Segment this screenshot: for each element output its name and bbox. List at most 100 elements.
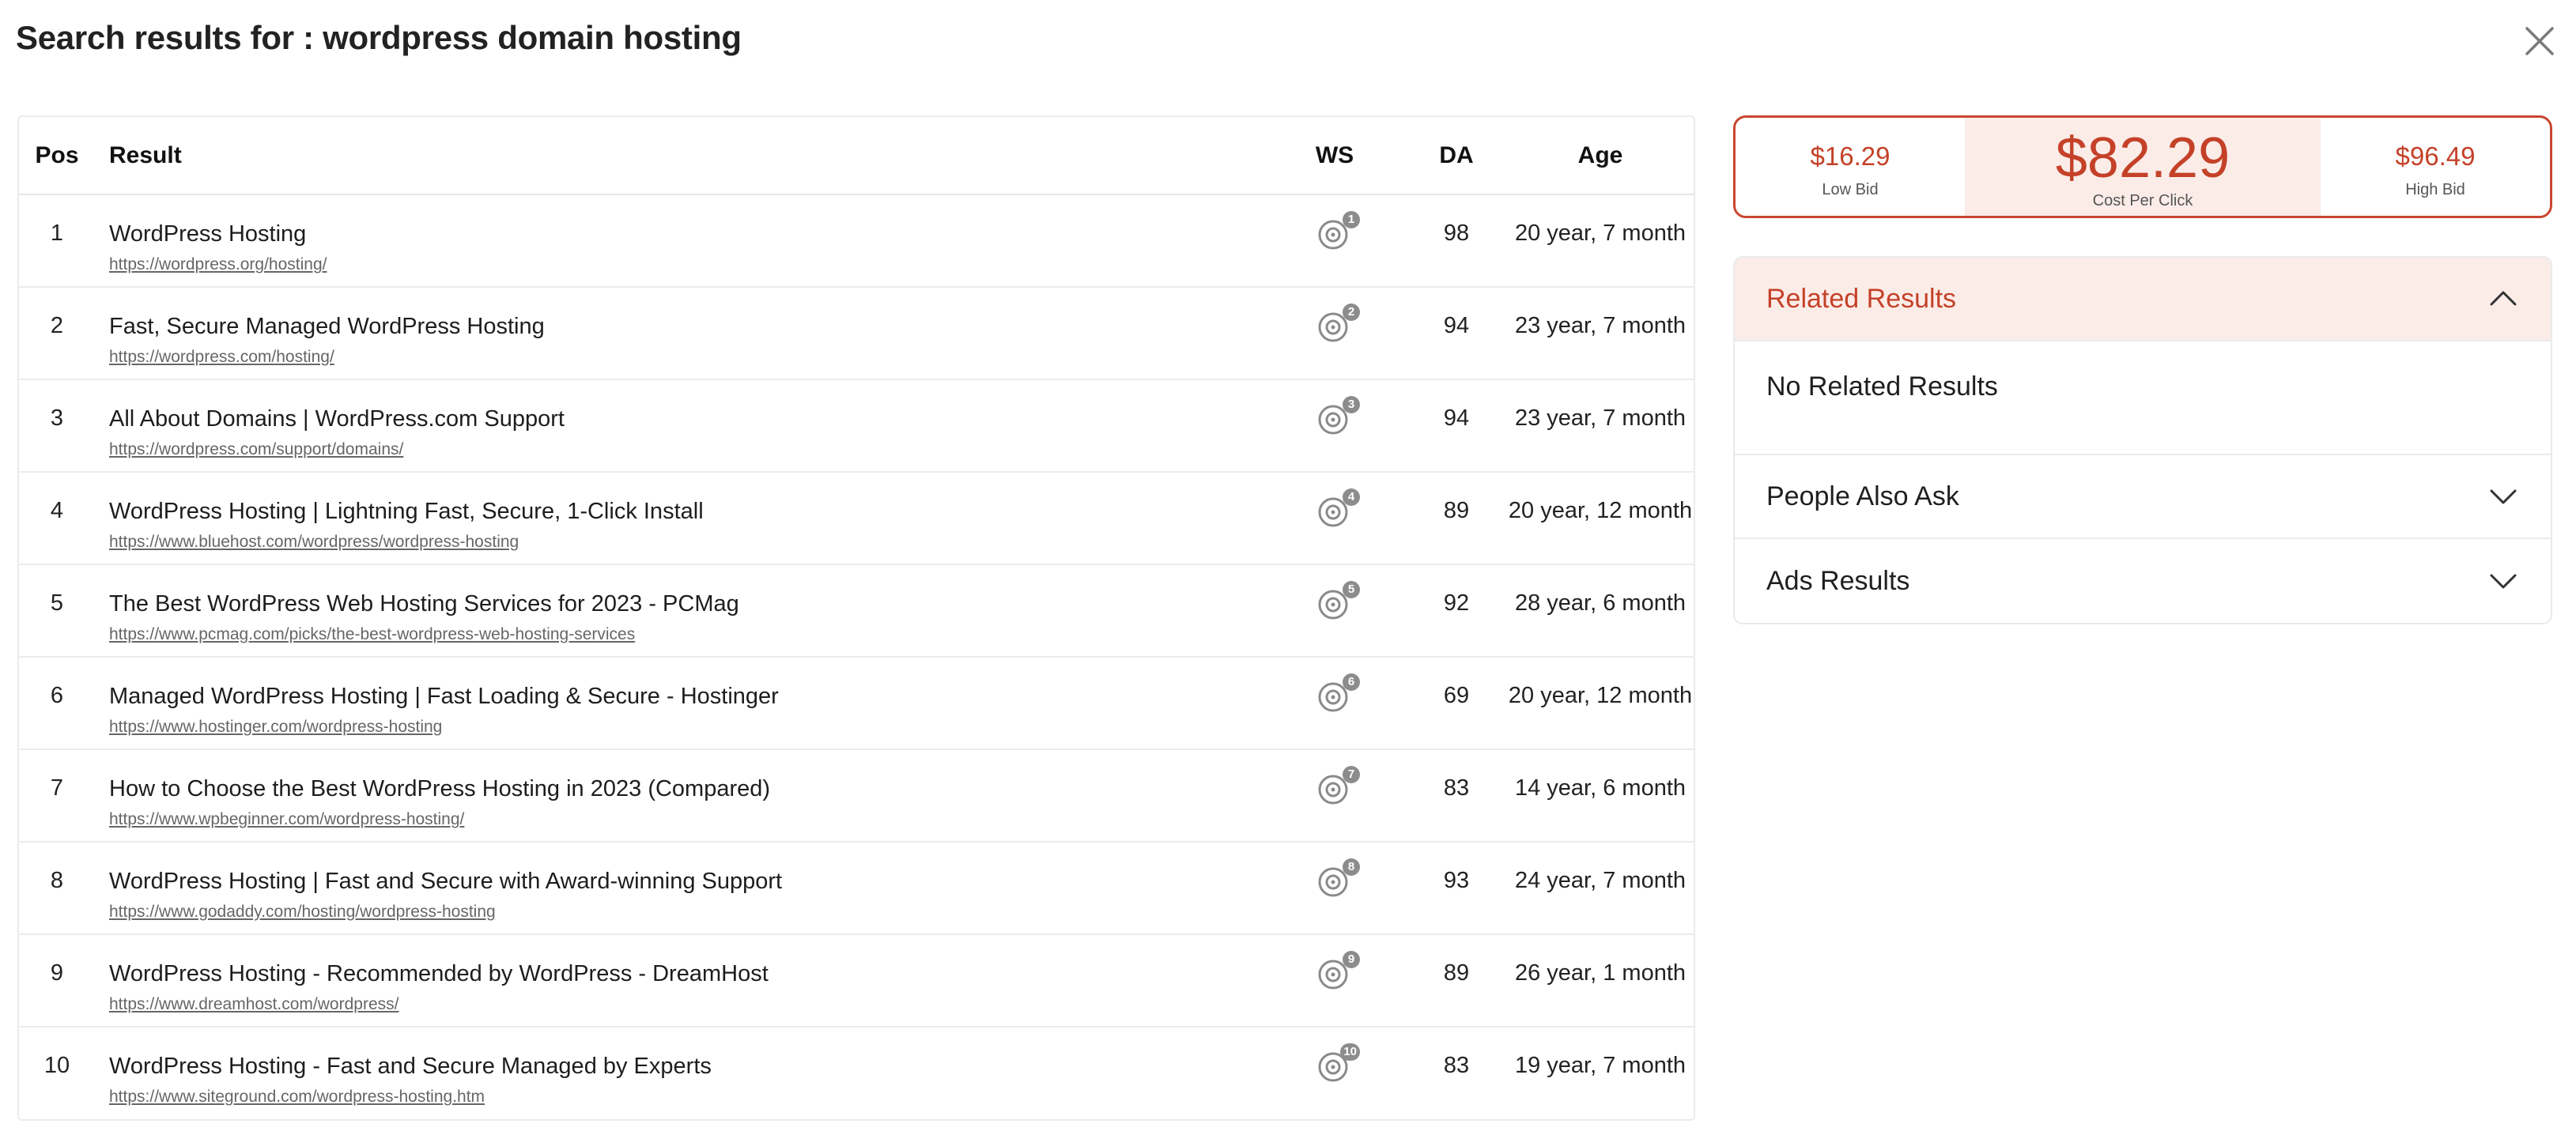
da-value: 98 — [1443, 221, 1470, 246]
ws-indicator[interactable]: 7 — [1317, 766, 1360, 805]
table-row: 3 All About Domains | WordPress.com Suppo… — [19, 379, 1694, 472]
ws-badge: 7 — [1343, 766, 1360, 783]
da-value: 94 — [1443, 313, 1470, 338]
age-value: 23 year, 7 month — [1514, 405, 1686, 431]
ws-indicator[interactable]: 3 — [1317, 396, 1360, 436]
result-title: Managed WordPress Hosting | Fast Loading… — [109, 684, 779, 709]
ws-indicator[interactable]: 1 — [1317, 211, 1360, 251]
result-title: WordPress Hosting - Recommended by WordP… — [109, 961, 769, 986]
chevron-up-icon — [2490, 291, 2517, 306]
header-result: Result — [95, 117, 1263, 195]
ws-badge: 2 — [1343, 304, 1360, 321]
cost-per-click: $82.29 Cost Per Click — [1965, 118, 2321, 216]
result-url-link[interactable]: https://www.pcmag.com/picks/the-best-wor… — [109, 625, 635, 644]
ws-badge: 6 — [1343, 673, 1360, 691]
position-number: 4 — [50, 498, 64, 523]
table-row: 7 How to Choose the Best WordPress Hostin… — [19, 749, 1694, 842]
table-header-row: Pos Result WS DA Age — [19, 117, 1694, 195]
result-url-link[interactable]: https://wordpress.com/support/domains/ — [109, 440, 403, 459]
result-url-link[interactable]: https://wordpress.org/hosting/ — [109, 255, 327, 274]
result-url-link[interactable]: https://www.dreamhost.com/wordpress/ — [109, 995, 398, 1014]
table-row: 6 Managed WordPress Hosting | Fast Loadin… — [19, 657, 1694, 749]
age-value: 19 year, 7 month — [1514, 1053, 1686, 1078]
close-icon — [2525, 27, 2554, 55]
chevron-down-icon — [2490, 574, 2517, 589]
related-results-header[interactable]: Related Results — [1735, 258, 2551, 341]
da-value: 89 — [1443, 498, 1470, 523]
ws-indicator[interactable]: 8 — [1317, 858, 1360, 898]
result-title: WordPress Hosting | Fast and Secure with… — [109, 869, 783, 894]
da-value: 83 — [1443, 775, 1470, 801]
cost-per-click-value: $82.29 — [2055, 126, 2230, 190]
table-row: 1 WordPress Hosting https://wordpress.org/… — [19, 194, 1694, 287]
ws-indicator[interactable]: 2 — [1317, 304, 1360, 343]
result-url-link[interactable]: https://wordpress.com/hosting/ — [109, 348, 334, 367]
ads-results-title: Ads Results — [1766, 565, 1910, 596]
position-number: 8 — [50, 868, 64, 893]
ws-badge: 5 — [1343, 581, 1360, 598]
position-number: 9 — [50, 960, 64, 986]
results-table: Pos Result WS DA Age 1 WordPress Hosting h… — [17, 115, 1695, 1121]
result-title: WordPress Hosting | Lightning Fast, Secu… — [109, 499, 704, 524]
position-number: 6 — [50, 683, 64, 708]
table-row: 5 The Best WordPress Web Hosting Services… — [19, 564, 1694, 657]
people-also-ask-header[interactable]: People Also Ask — [1735, 455, 2551, 539]
result-title: WordPress Hosting - Fast and Secure Mana… — [109, 1054, 712, 1079]
high-bid-label: High Bid — [2405, 181, 2465, 198]
close-button[interactable] — [2521, 22, 2559, 60]
table-row: 10 WordPress Hosting - Fast and Secure Ma… — [19, 1027, 1694, 1119]
results-accordion: Related Results No Related Results Peopl… — [1733, 256, 2552, 624]
age-value: 26 year, 1 month — [1514, 960, 1686, 986]
ws-badge: 1 — [1343, 211, 1360, 228]
age-value: 20 year, 12 month — [1508, 498, 1693, 523]
high-bid: $96.49 High Bid — [2321, 118, 2550, 216]
cost-per-click-label: Cost Per Click — [2092, 192, 2193, 209]
ws-badge: 9 — [1343, 951, 1360, 968]
position-number: 1 — [50, 221, 64, 246]
table-row: 4 WordPress Hosting | Lightning Fast, Sec… — [19, 472, 1694, 564]
ws-badge: 8 — [1343, 858, 1360, 876]
low-bid-value: $16.29 — [1810, 141, 1890, 171]
ws-badge: 3 — [1343, 396, 1360, 413]
position-number: 10 — [43, 1053, 70, 1078]
result-title: How to Choose the Best WordPress Hosting… — [109, 776, 771, 801]
position-number: 3 — [50, 405, 64, 431]
result-url-link[interactable]: https://www.siteground.com/wordpress-hos… — [109, 1088, 485, 1107]
header-ws: WS — [1263, 117, 1406, 195]
ws-badge: 4 — [1343, 488, 1360, 506]
header-pos: Pos — [19, 117, 95, 195]
age-value: 20 year, 12 month — [1508, 683, 1693, 708]
result-url-link[interactable]: https://www.hostinger.com/wordpress-host… — [109, 718, 442, 737]
cpc-card: $16.29 Low Bid $82.29 Cost Per Click $96… — [1733, 115, 2552, 218]
da-value: 83 — [1443, 1053, 1470, 1078]
result-url-link[interactable]: https://www.wpbeginner.com/wordpress-hos… — [109, 810, 464, 829]
result-title: Fast, Secure Managed WordPress Hosting — [109, 314, 545, 339]
table-row: 2 Fast, Secure Managed WordPress Hosting h… — [19, 287, 1694, 379]
age-value: 24 year, 7 month — [1514, 868, 1686, 893]
table-row: 8 WordPress Hosting | Fast and Secure wit… — [19, 842, 1694, 934]
ads-results-header[interactable]: Ads Results — [1735, 539, 2551, 623]
position-number: 2 — [50, 313, 64, 338]
ws-indicator[interactable]: 9 — [1317, 951, 1360, 990]
da-value: 89 — [1443, 960, 1470, 986]
da-value: 92 — [1443, 590, 1470, 616]
result-title: WordPress Hosting — [109, 221, 307, 247]
header-da: DA — [1406, 117, 1507, 195]
ws-indicator[interactable]: 6 — [1317, 673, 1360, 713]
da-value: 93 — [1443, 868, 1470, 893]
page-title: Search results for : wordpress domain ho… — [16, 19, 742, 56]
low-bid: $16.29 Low Bid — [1736, 118, 1965, 216]
age-value: 28 year, 6 month — [1514, 590, 1686, 616]
result-url-link[interactable]: https://www.godaddy.com/hosting/wordpres… — [109, 903, 496, 922]
result-title: All About Domains | WordPress.com Suppor… — [109, 406, 565, 432]
people-also-ask-title: People Also Ask — [1766, 481, 1959, 511]
ws-indicator[interactable]: 10 — [1317, 1043, 1360, 1083]
position-number: 7 — [50, 775, 64, 801]
ws-indicator[interactable]: 4 — [1317, 488, 1360, 528]
low-bid-label: Low Bid — [1822, 181, 1879, 198]
related-results-body: No Related Results — [1735, 341, 2551, 455]
header-age: Age — [1507, 117, 1694, 195]
ws-indicator[interactable]: 5 — [1317, 581, 1360, 620]
result-url-link[interactable]: https://www.bluehost.com/wordpress/wordp… — [109, 533, 519, 552]
high-bid-value: $96.49 — [2395, 141, 2476, 171]
